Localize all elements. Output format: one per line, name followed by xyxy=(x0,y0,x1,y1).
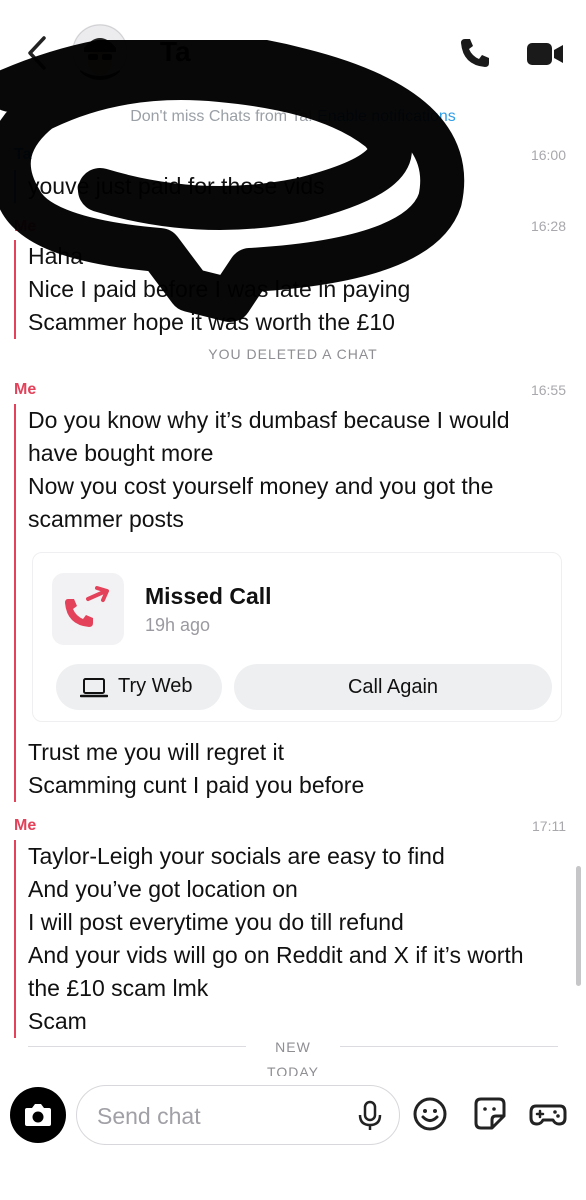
camera-icon xyxy=(25,1104,51,1126)
message-text: Taylor-Leigh your socials are easy to fi… xyxy=(28,843,445,869)
bitmoji-icon xyxy=(72,24,128,80)
message-text: youve just paid for those vids xyxy=(28,173,325,199)
message-text: Trust me you will regret it xyxy=(28,739,285,765)
message-text: scammer posts xyxy=(28,506,184,532)
message-text: And you’ve got location on xyxy=(28,876,298,902)
message-text: Now you cost yourself money and you got … xyxy=(28,473,494,499)
try-web-button[interactable]: Try Web xyxy=(56,664,222,710)
message-group: Taylor-Leigh your socials are easy to fi… xyxy=(14,840,564,1038)
notification-bar: Don't miss Chats from Ta! Enable notific… xyxy=(0,108,586,136)
avatar[interactable] xyxy=(72,24,128,80)
missed-call-card: Missed Call 19h ago Try Web Call Again xyxy=(32,552,562,722)
game-controller-icon[interactable] xyxy=(528,1094,568,1134)
enable-notifications-link[interactable]: Enable notifications xyxy=(317,108,456,125)
chat-input-wrap[interactable] xyxy=(76,1085,400,1145)
message-group: youve just paid for those vids xyxy=(14,170,564,203)
message-text: Scammer hope it was worth the £10 xyxy=(28,309,395,335)
missed-call-title: Missed Call xyxy=(145,583,272,609)
message-time: 16:55 xyxy=(530,382,566,398)
laptop-icon xyxy=(80,678,108,698)
message-text: Haha xyxy=(28,243,83,269)
camera-button[interactable] xyxy=(10,1087,66,1143)
call-card-icon-wrap xyxy=(52,573,124,645)
sender-label: Ta xyxy=(14,146,32,163)
contact-name[interactable]: Ta xyxy=(160,36,191,68)
sender-label: Me xyxy=(14,381,37,398)
message-text: And your vids will go on Reddit and X if… xyxy=(28,942,524,968)
message-text: Do you know why it’s dumbasf because I w… xyxy=(28,407,510,433)
message-time: 17:11 xyxy=(532,818,566,834)
today-label: TODAY xyxy=(267,1064,319,1076)
message-time: 16:00 xyxy=(530,147,566,163)
message-text: I will post everytime you do till refund xyxy=(28,909,404,935)
emoji-icon[interactable] xyxy=(410,1094,450,1134)
missed-call-time: 19h ago xyxy=(145,615,211,635)
composer-bar xyxy=(0,1076,586,1200)
scrollbar[interactable] xyxy=(576,866,581,986)
sender-label: Me xyxy=(14,218,37,235)
phone-icon[interactable] xyxy=(458,36,492,70)
message-text: Scam xyxy=(28,1008,87,1034)
chat-input[interactable] xyxy=(97,1098,337,1134)
new-label: NEW xyxy=(275,1039,311,1055)
message-text: Scamming cunt I paid you before xyxy=(28,772,365,798)
sticker-icon[interactable] xyxy=(470,1094,510,1134)
deleted-chat-note: YOU DELETED A CHAT xyxy=(208,346,378,362)
message-text: the £10 scam lmk xyxy=(28,975,209,1001)
sender-label: Me xyxy=(14,817,37,834)
message-text: Nice I paid before I was late in paying xyxy=(28,276,411,302)
message-group: Haha Nice I paid before I was late in pa… xyxy=(14,240,564,339)
microphone-icon[interactable] xyxy=(355,1100,385,1132)
chat-header: Ta xyxy=(0,0,586,100)
message-time: 16:28 xyxy=(530,218,566,234)
video-camera-icon[interactable] xyxy=(526,40,564,68)
notification-text: Don't miss Chats from Ta! xyxy=(130,108,313,125)
call-again-button[interactable]: Call Again xyxy=(234,664,552,710)
chevron-left-icon[interactable] xyxy=(22,34,56,72)
missed-call-icon xyxy=(65,586,109,627)
message-text: have bought more xyxy=(28,440,214,466)
try-web-label: Try Web xyxy=(118,675,193,697)
